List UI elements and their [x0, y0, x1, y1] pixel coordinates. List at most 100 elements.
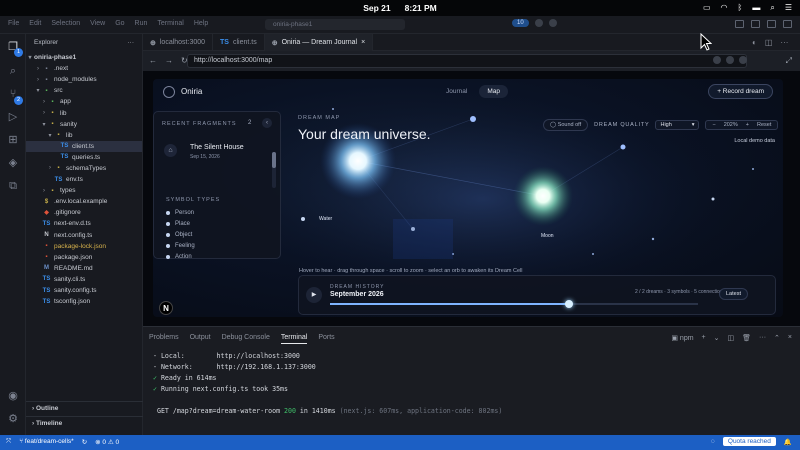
close-icon[interactable]: ×	[361, 39, 365, 46]
dream-orb[interactable]	[513, 166, 573, 226]
tree-folder[interactable]: › ▪ app	[26, 96, 142, 107]
control-center-icon[interactable]: ☰	[785, 3, 792, 13]
toggle-sidebar-icon[interactable]	[735, 20, 744, 28]
share-icon[interactable]	[739, 56, 747, 64]
split-terminal-icon[interactable]: ◫	[728, 334, 735, 342]
sound-toggle[interactable]: ◯ Sound off	[543, 119, 589, 131]
forward-arrow-icon[interactable]: →	[165, 56, 173, 65]
timeline-section[interactable]: › Timeline	[26, 416, 143, 429]
menu-item-terminal[interactable]: Terminal	[157, 20, 183, 27]
menu-item-run[interactable]: Run	[135, 20, 148, 27]
nextjs-dev-badge-icon[interactable]: N	[159, 301, 173, 315]
panel-tab-problems[interactable]: Problems	[149, 334, 179, 344]
reset-zoom-button[interactable]: Reset	[757, 122, 771, 128]
brand-name[interactable]: Oniria	[181, 87, 202, 96]
tree-file[interactable]: TS sanity.cli.ts	[26, 274, 142, 285]
address-bar[interactable]: http://localhost:3000/map	[187, 54, 747, 68]
wifi-icon[interactable]: ◠	[721, 3, 728, 13]
tree-file[interactable]: M README.md	[26, 263, 142, 274]
menu-item-edit[interactable]: Edit	[29, 20, 41, 27]
python-icon[interactable]: ◈	[6, 156, 20, 170]
more-actions-icon[interactable]: ···	[128, 39, 135, 47]
panel-tab-debug-console[interactable]: Debug Console	[222, 334, 270, 344]
tree-file[interactable]: Nnext.config.ts	[26, 230, 142, 241]
split-editor-icon[interactable]: ◫	[765, 38, 773, 47]
tree-file[interactable]: ▪ package.json	[26, 252, 142, 263]
panel-tab-ports[interactable]: Ports	[318, 334, 334, 344]
symbol-node[interactable]	[470, 116, 476, 122]
tree-folder[interactable]: ▾ ▪ src	[26, 85, 142, 96]
menu-item-help[interactable]: Help	[194, 20, 208, 27]
play-button[interactable]: ▶	[306, 287, 322, 303]
search-icon[interactable]: ⌕	[6, 64, 20, 78]
record-dream-button[interactable]: + Record dream	[708, 84, 773, 99]
tree-file[interactable]: $ .env.local.example	[26, 196, 142, 207]
menu-item-file[interactable]: File	[8, 20, 19, 27]
chevron-down-icon[interactable]: ⌄	[714, 334, 720, 342]
zoom-in-button[interactable]: +	[746, 122, 749, 128]
close-icon[interactable]: ×	[788, 334, 792, 342]
collapse-panel-icon[interactable]: ‹	[262, 118, 272, 128]
timeline-thumb[interactable]	[565, 300, 574, 308]
back-arrow-icon[interactable]: ←	[149, 56, 157, 65]
tree-file[interactable]: TS env.ts	[26, 174, 142, 185]
tree-file[interactable]: TS client.ts	[26, 140, 142, 152]
tree-folder[interactable]: › ▪ node_modules	[26, 74, 142, 85]
fragment-card[interactable]: ⌂ The Silent House Sep 15, 2026	[162, 136, 276, 164]
zoom-out-button[interactable]: −	[712, 122, 715, 128]
account-icon[interactable]: ◉	[6, 389, 20, 403]
sync-icon[interactable]: ↻	[82, 438, 87, 446]
trash-icon[interactable]: 🗑	[742, 334, 751, 342]
info-icon[interactable]	[726, 56, 734, 64]
copilot-status-icon[interactable]: ◌	[711, 438, 715, 445]
run-debug-icon[interactable]: ▷	[6, 110, 20, 124]
tree-folder[interactable]: › ▪ lib	[26, 107, 142, 118]
editor-tab[interactable]: TS client.ts	[213, 34, 265, 51]
extension-count-badge[interactable]: 10	[512, 19, 529, 27]
search-icon[interactable]: ⌕	[770, 3, 774, 13]
panel-tab-output[interactable]: Output	[190, 334, 211, 344]
toggle-panel-icon[interactable]	[751, 20, 760, 28]
tree-folder[interactable]: ▾ ▪ lib	[26, 130, 142, 141]
remote-indicator-icon[interactable]: ⤧	[6, 438, 11, 446]
menu-item-go[interactable]: Go	[115, 20, 124, 27]
inspect-icon[interactable]	[713, 56, 721, 64]
tree-folder[interactable]: › ▪ schemaTypes	[26, 163, 142, 174]
tree-folder[interactable]: › ▪ .next	[26, 63, 142, 74]
tree-file[interactable]: TS sanity.config.ts	[26, 285, 142, 296]
menubar-clock[interactable]: Sep 21 8:21 PM	[363, 3, 437, 13]
fragments-scrollbar[interactable]	[272, 152, 276, 188]
menu-item-selection[interactable]: Selection	[51, 20, 80, 27]
editor-tab[interactable]: ⊕ localhost:3000	[143, 34, 214, 51]
tree-folder[interactable]: ▾ ▪ sanity	[26, 119, 142, 130]
screen-icon[interactable]: ▭	[703, 3, 711, 13]
remote-explorer-icon[interactable]: ⧉	[6, 179, 20, 193]
maximize-panel-icon[interactable]: ⌃	[774, 334, 780, 342]
oniria-logo-icon[interactable]	[163, 86, 175, 98]
latest-button[interactable]: Latest	[719, 288, 748, 300]
symbol-node[interactable]	[301, 217, 305, 221]
quota-badge[interactable]: Quota reached	[722, 437, 776, 446]
panel-tab-terminal[interactable]: Terminal	[280, 334, 308, 344]
layout-icon[interactable]: ◐	[752, 38, 757, 47]
nav-journal[interactable]: Journal	[438, 85, 475, 98]
account-status-icon[interactable]	[534, 19, 543, 27]
copilot-icon[interactable]	[548, 19, 557, 27]
tree-file[interactable]: ▪ package-lock.json	[26, 241, 142, 252]
problems-indicator[interactable]: ⊗ 0 ⚠ 0	[95, 438, 119, 446]
tree-file[interactable]: TS queries.ts	[26, 152, 142, 163]
symbol-node[interactable]	[620, 144, 626, 150]
quality-select[interactable]: High ▾	[655, 120, 700, 130]
customize-layout-icon[interactable]	[783, 20, 792, 28]
tree-file[interactable]: ◆ .gitignore	[26, 207, 142, 218]
bell-icon[interactable]: 🔔	[784, 438, 792, 446]
editor-tab[interactable]: ⊕ Oniria — Dream Journal ×	[264, 34, 374, 51]
tree-folder[interactable]: › ▪ types	[26, 185, 142, 196]
more-actions-icon[interactable]: ···	[759, 334, 766, 342]
new-terminal-icon[interactable]: +	[702, 334, 706, 342]
nav-map[interactable]: Map	[479, 85, 508, 98]
command-center[interactable]: oniria-phase1	[265, 19, 405, 30]
battery-icon[interactable]: ▬	[752, 3, 760, 13]
settings-gear-icon[interactable]: ⚙	[6, 412, 20, 426]
menu-item-view[interactable]: View	[90, 20, 105, 27]
